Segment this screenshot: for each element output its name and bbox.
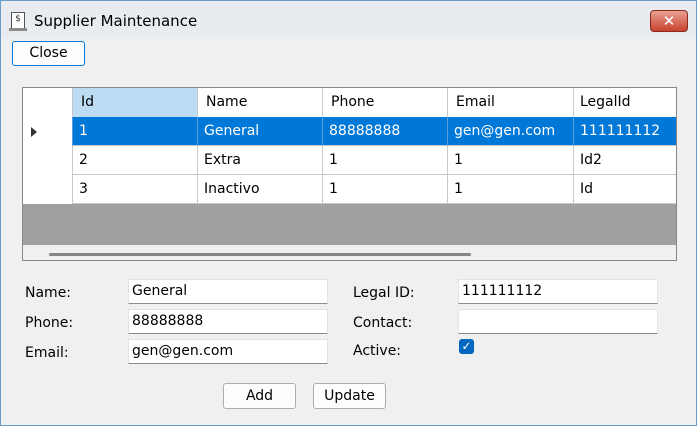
column-header-legalid[interactable]: LegalId	[574, 88, 676, 117]
grid-header: Id Name Phone Email LegalId	[23, 88, 676, 118]
cell-legalid[interactable]: Id	[574, 175, 676, 204]
legal-id-field[interactable]: 111111112	[458, 279, 658, 304]
phone-field[interactable]: 88888888	[128, 309, 328, 334]
app-icon: $	[9, 12, 27, 31]
column-header-name[interactable]: Name	[198, 88, 323, 117]
supplier-maintenance-window: $ Supplier Maintenance ✕ Close Id Name P…	[0, 0, 697, 426]
suppliers-grid[interactable]: Id Name Phone Email LegalId 1 General 88…	[22, 87, 677, 261]
table-row[interactable]: 2 Extra 1 1 Id2	[23, 146, 676, 175]
current-row-arrow-icon	[31, 127, 37, 137]
row-header[interactable]	[23, 146, 73, 175]
contact-label: Contact:	[353, 315, 413, 331]
column-header-email[interactable]: Email	[448, 88, 574, 117]
cell-id[interactable]: 1	[73, 117, 198, 146]
cell-email[interactable]: gen@gen.com	[448, 117, 574, 146]
cell-legalid[interactable]: Id2	[574, 146, 676, 175]
window-title: Supplier Maintenance	[34, 12, 198, 30]
row-header[interactable]	[23, 117, 73, 146]
phone-label: Phone:	[25, 315, 74, 331]
active-label: Active:	[353, 343, 402, 359]
active-checkbox[interactable]: ✓	[459, 339, 474, 354]
cell-phone[interactable]: 1	[323, 146, 448, 175]
name-field[interactable]: General	[128, 279, 328, 304]
cell-name[interactable]: Inactivo	[198, 175, 323, 204]
cell-email[interactable]: 1	[448, 175, 574, 204]
table-row[interactable]: 1 General 88888888 gen@gen.com 111111112	[23, 117, 676, 146]
title-bar: $ Supplier Maintenance ✕	[1, 1, 696, 39]
row-header-corner[interactable]	[23, 88, 73, 117]
close-button[interactable]: Close	[12, 41, 85, 66]
column-header-phone[interactable]: Phone	[323, 88, 448, 117]
name-label: Name:	[25, 285, 72, 301]
email-label: Email:	[25, 345, 69, 361]
cell-phone[interactable]: 1	[323, 175, 448, 204]
update-button[interactable]: Update	[313, 383, 386, 409]
horizontal-scrollbar[interactable]	[23, 245, 676, 260]
column-header-id[interactable]: Id	[73, 88, 198, 117]
cell-legalid[interactable]: 111111112	[574, 117, 676, 146]
cell-id[interactable]: 3	[73, 175, 198, 204]
cell-name[interactable]: Extra	[198, 146, 323, 175]
add-button[interactable]: Add	[223, 383, 296, 409]
row-header[interactable]	[23, 175, 73, 204]
cell-id[interactable]: 2	[73, 146, 198, 175]
cell-phone[interactable]: 88888888	[323, 117, 448, 146]
legal-id-label: Legal ID:	[353, 285, 415, 301]
table-row[interactable]: 3 Inactivo 1 1 Id	[23, 175, 676, 204]
cell-email[interactable]: 1	[448, 146, 574, 175]
cell-name[interactable]: General	[198, 117, 323, 146]
email-field[interactable]: gen@gen.com	[128, 339, 328, 364]
window-close-button[interactable]: ✕	[650, 10, 688, 32]
contact-field[interactable]	[458, 309, 658, 334]
scrollbar-thumb[interactable]	[49, 253, 471, 256]
